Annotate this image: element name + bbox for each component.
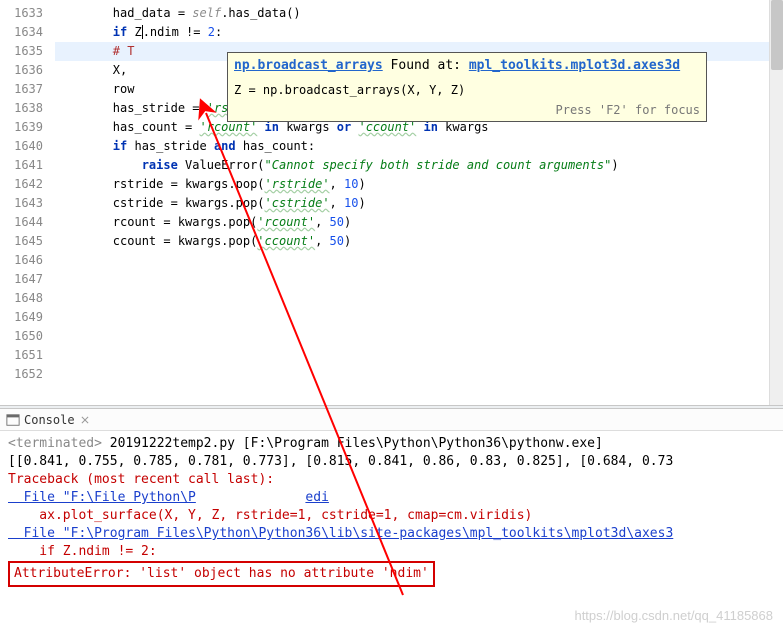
tooltip-location-link[interactable]: mpl_toolkits.mplot3d.axes3d [469,58,680,73]
line-number-gutter: 1633163416351636163716381639164016411642… [0,0,55,405]
console-stdout: [[0.841, 0.755, 0.785, 0.781, 0.773], [0… [8,454,673,469]
watermark: https://blog.csdn.net/qq_41185868 [574,608,773,623]
line-number: 1641 [0,156,55,175]
console-file-link[interactable]: File "F:\File Python\P [8,490,196,505]
console-terminated-label: <terminated> [8,436,110,451]
code-area[interactable]: had_data = self.has_data() if Z.ndim != … [55,0,783,405]
line-number: 1647 [0,270,55,289]
line-number: 1645 [0,232,55,251]
tooltip-hint: Press 'F2' for focus [234,102,700,119]
line-number: 1637 [0,80,55,99]
line-number: 1639 [0,118,55,137]
console-trace-line: ax.plot_surface(X, Y, Z, rstride=1, cstr… [8,508,532,523]
console-traceback-header: Traceback (most recent call last): [8,472,274,487]
console-output[interactable]: <terminated> 20191222temp2.py [F:\Progra… [0,431,783,595]
close-icon[interactable] [77,412,93,428]
code-line[interactable]: had_data = self.has_data() [55,4,783,23]
tooltip-found-label: Found at: [383,58,469,73]
line-number: 1636 [0,61,55,80]
line-number: 1650 [0,327,55,346]
tooltip-symbol-link[interactable]: np.broadcast_arrays [234,58,383,73]
console-trace-line: if Z.ndim != 2: [8,544,157,559]
quick-doc-tooltip[interactable]: np.broadcast_arrays Found at: mpl_toolki… [227,52,707,122]
console-tab-bar: Console [0,409,783,431]
code-line[interactable]: rstride = kwargs.pop('rstride', 10) [55,175,783,194]
line-number: 1634 [0,23,55,42]
console-tab-label[interactable]: Console [24,413,75,427]
console-error-message: AttributeError: 'list' object has no att… [14,566,429,581]
code-line[interactable]: if Z.ndim != 2: [55,23,783,42]
code-line[interactable]: rcount = kwargs.pop('rcount', 50) [55,213,783,232]
code-line[interactable]: if has_stride and has_count: [55,137,783,156]
code-line[interactable]: cstride = kwargs.pop('cstride', 10) [55,194,783,213]
line-number: 1642 [0,175,55,194]
code-line[interactable]: ccount = kwargs.pop('ccount', 50) [55,232,783,251]
line-number: 1652 [0,365,55,384]
line-number: 1638 [0,99,55,118]
code-editor[interactable]: 1633163416351636163716381639164016411642… [0,0,783,405]
line-number: 1640 [0,137,55,156]
vertical-scrollbar[interactable] [769,0,783,405]
line-number: 1649 [0,308,55,327]
line-number: 1643 [0,194,55,213]
line-number: 1633 [0,4,55,23]
scrollbar-thumb[interactable] [771,0,783,70]
line-number: 1648 [0,289,55,308]
console-file-link[interactable]: File "F:\Program Files\Python\Python36\l… [8,526,673,541]
console-error-highlight: AttributeError: 'list' object has no att… [8,561,435,587]
code-line[interactable]: raise ValueError("Cannot specify both st… [55,156,783,175]
console-run-config: 20191222temp2.py [F:\Program Files\Pytho… [110,436,603,451]
console-icon [6,413,20,427]
line-number: 1635 [0,42,55,61]
line-number: 1651 [0,346,55,365]
console-file-link[interactable]: edi [305,490,328,505]
line-number: 1646 [0,251,55,270]
line-number: 1644 [0,213,55,232]
tooltip-code-sample: Z = np.broadcast_arrays(X, Y, Z) [234,82,700,99]
